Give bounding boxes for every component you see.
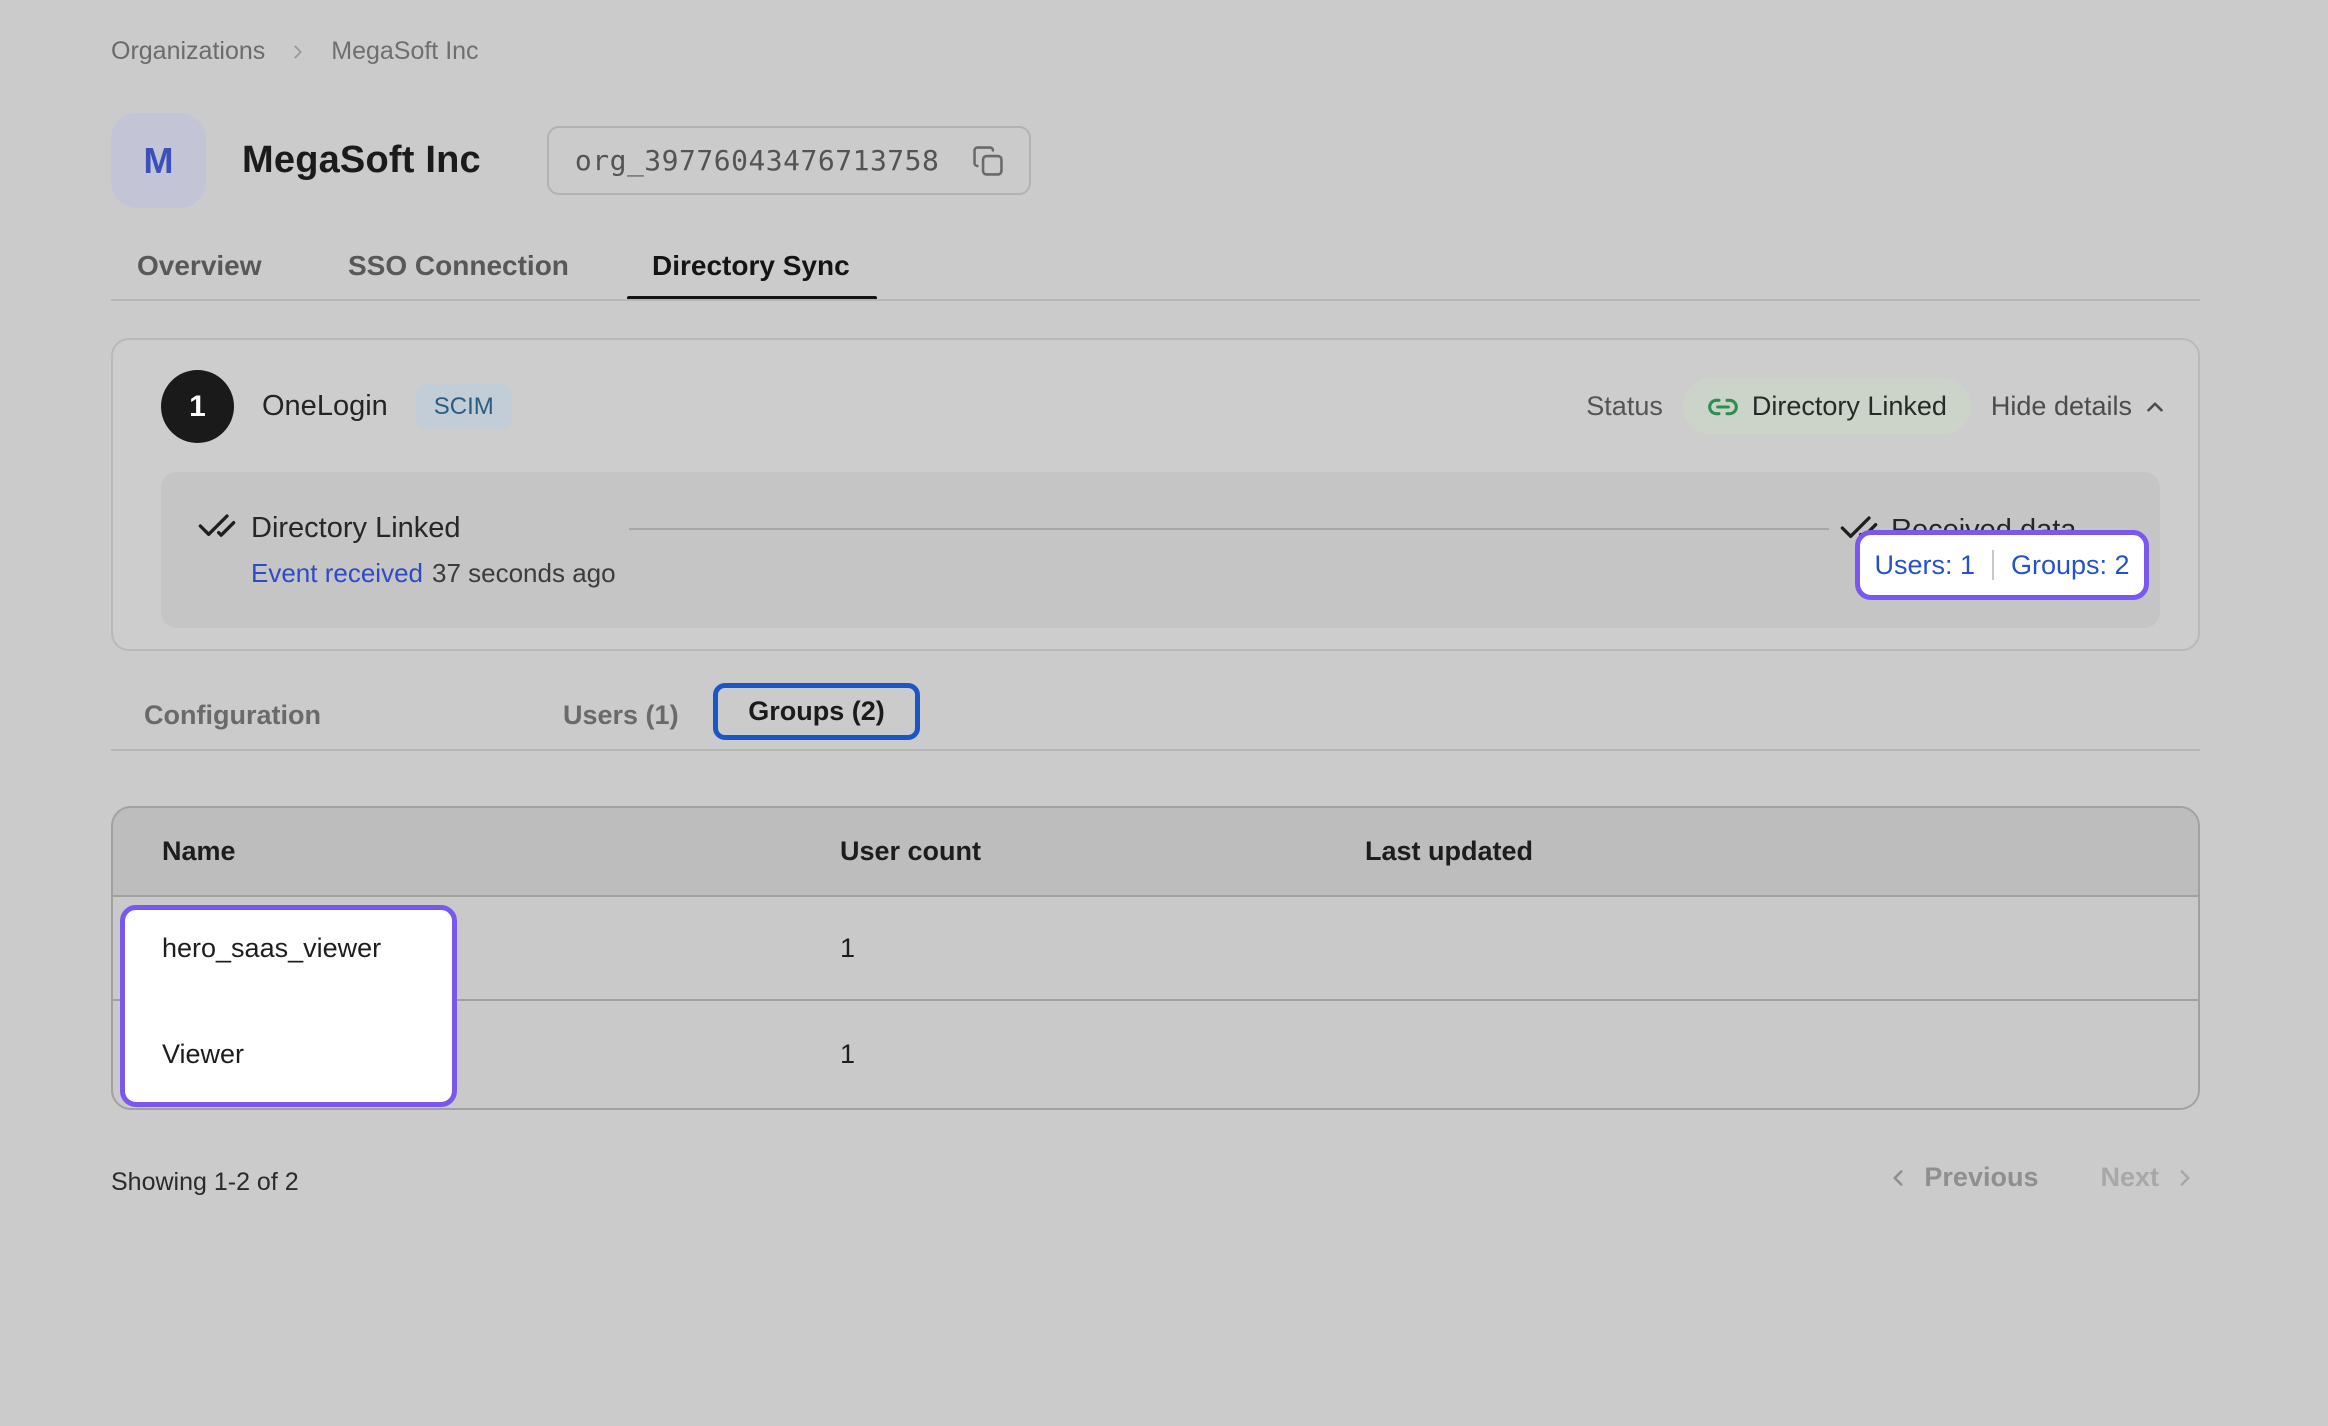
subtab-configuration[interactable]: Configuration [144,700,321,731]
received-counts-highlight-box: Users: 1 Groups: 2 [1855,530,2149,600]
tab-overview[interactable]: Overview [137,250,262,282]
subtab-groups-highlight-box[interactable]: Groups (2) [713,683,920,740]
link-icon [1707,391,1739,423]
directory-subtabs: Configuration Users (1) Groups (2) [111,676,2200,754]
sync-timeline-panel: Directory Linked Event received 37 secon… [161,472,2160,628]
groups-table-wrap: Name User count Last updated hero_saas_v… [111,806,2200,1114]
copy-icon[interactable] [971,144,1005,178]
main-tabs: Overview SSO Connection Directory Sync [111,238,2200,302]
step-number-badge: 1 [161,370,234,443]
next-label: Next [2100,1162,2159,1193]
org-header: M MegaSoft Inc org_39776043476713758 [111,113,1031,208]
event-received-line: Event received 37 seconds ago [251,558,616,589]
column-header-user-count: User count [840,836,1365,867]
column-header-name: Name [113,836,840,867]
org-id-chip[interactable]: org_39776043476713758 [547,126,1032,195]
pagination-controls: Previous Next [1885,1162,2198,1193]
pagination-summary: Showing 1-2 of 2 [111,1168,299,1197]
next-button[interactable]: Next [2100,1162,2198,1193]
groups-count-link[interactable]: Groups: 2 [2011,550,2130,581]
tab-directory-sync[interactable]: Directory Sync [652,250,850,282]
subtab-groups: Groups (2) [748,696,885,727]
previous-label: Previous [1924,1162,2038,1193]
status-label: Status [1586,391,1663,422]
directory-connection-card: 1 OneLogin SCIM Status Directory Linked … [111,338,2200,651]
chevron-right-icon [2172,1165,2198,1191]
hide-details-button[interactable]: Hide details [1991,391,2168,422]
column-header-last-updated: Last updated [1365,836,2198,867]
chevron-left-icon [1885,1165,1911,1191]
directory-card-header: 1 OneLogin SCIM Status Directory Linked … [113,370,2198,443]
protocol-badge: SCIM [416,384,512,429]
subtabs-separator [111,749,2200,751]
groups-table: Name User count Last updated hero_saas_v… [111,806,2200,1110]
hide-details-label: Hide details [1991,391,2132,422]
table-header-row: Name User count Last updated [113,808,2198,897]
timeline-connector-line [629,528,1829,530]
group-name-cell[interactable]: Viewer [113,1039,840,1070]
status-value: Directory Linked [1752,391,1947,422]
counts-divider [1992,550,1994,580]
chevron-up-icon [2142,394,2168,420]
tab-sso-connection[interactable]: SSO Connection [348,250,569,282]
users-count-link[interactable]: Users: 1 [1874,550,1975,581]
group-name-cell[interactable]: hero_saas_viewer [113,933,840,964]
org-id-value: org_39776043476713758 [575,144,940,177]
user-count-cell: 1 [840,1039,1365,1070]
previous-button[interactable]: Previous [1885,1162,2038,1193]
chevron-right-icon [287,41,309,63]
double-check-icon [197,506,237,546]
breadcrumb-current-org: MegaSoft Inc [331,37,478,66]
timeline-step-directory-linked: Directory Linked [251,512,461,545]
event-received-link[interactable]: Event received [251,558,423,589]
subtab-users[interactable]: Users (1) [563,700,679,731]
user-count-cell: 1 [840,933,1365,964]
page-title: MegaSoft Inc [242,139,481,182]
provider-name: OneLogin [262,390,388,423]
breadcrumb-organizations[interactable]: Organizations [111,37,265,66]
breadcrumb: Organizations MegaSoft Inc [111,37,479,66]
event-received-time: 37 seconds ago [432,558,616,589]
org-avatar: M [111,113,206,208]
tabs-separator [111,299,2200,301]
status-badge: Directory Linked [1683,378,1971,435]
